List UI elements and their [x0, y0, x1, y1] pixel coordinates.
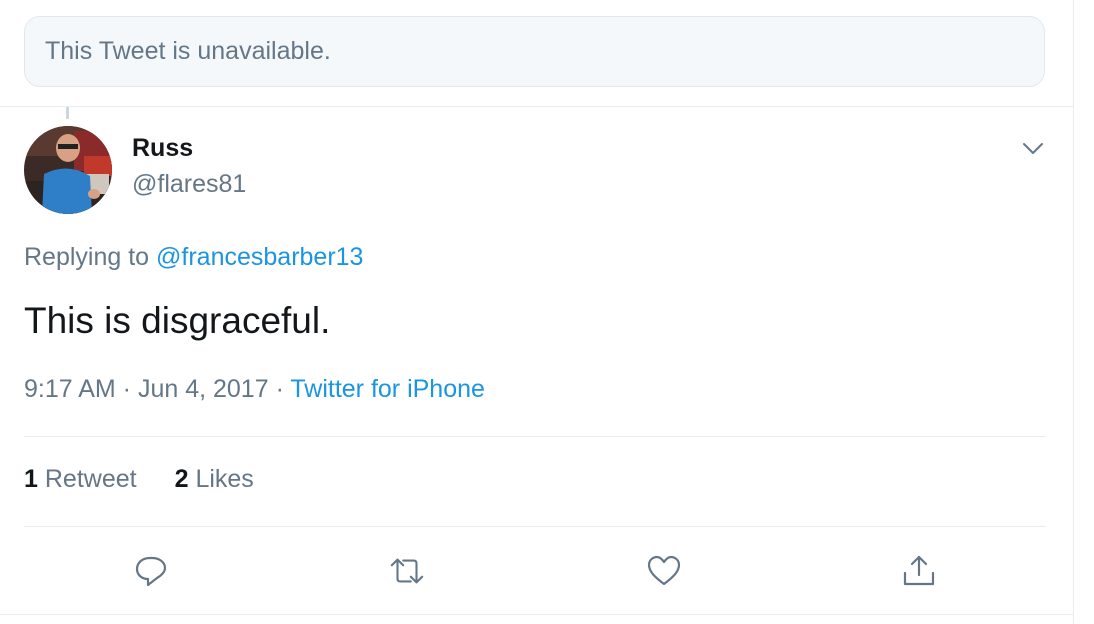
reply-target-link[interactable]: @francesbarber13 — [156, 243, 363, 271]
author-handle[interactable]: @flares81 — [132, 170, 246, 199]
like-button[interactable] — [645, 552, 683, 590]
meta-separator: · — [268, 375, 291, 403]
share-button[interactable] — [900, 552, 938, 590]
tweet-source-link[interactable]: Twitter for iPhone — [290, 375, 485, 403]
tweet-date[interactable]: Jun 4, 2017 — [138, 375, 269, 403]
timeline-column: This Tweet is unavailable. Russ @flares8… — [0, 0, 1074, 624]
retweets-stat[interactable]: 1 Retweet — [24, 465, 137, 494]
heart-icon — [647, 555, 681, 586]
replying-to-label: Replying to — [24, 243, 157, 271]
avatar[interactable] — [24, 126, 112, 214]
retweet-icon — [390, 558, 424, 584]
retweet-button[interactable] — [388, 552, 426, 590]
divider — [0, 106, 1074, 107]
meta-separator: · — [115, 375, 138, 403]
reply-icon — [135, 556, 167, 587]
tweet-stats: 1 Retweet 2 Likes — [24, 465, 254, 494]
replying-to: Replying to @francesbarber13 — [24, 243, 363, 272]
tweet-meta: 9:17 AM · Jun 4, 2017 · Twitter for iPho… — [24, 375, 485, 404]
tweet-time[interactable]: 9:17 AM — [24, 375, 116, 403]
thread-connector-line — [66, 107, 69, 119]
unavailable-tweet-notice: This Tweet is unavailable. — [24, 16, 1045, 87]
unavailable-tweet-text: This Tweet is unavailable. — [45, 37, 331, 65]
likes-label: Likes — [195, 465, 254, 493]
likes-stat[interactable]: 2 Likes — [175, 465, 254, 494]
author-display-name[interactable]: Russ — [132, 134, 193, 163]
retweets-label: Retweet — [44, 465, 137, 493]
more-options-button[interactable] — [1018, 136, 1048, 162]
share-icon — [903, 555, 935, 586]
retweets-count: 1 — [24, 465, 38, 493]
tweet-text: This is disgraceful. — [24, 300, 331, 341]
avatar-photo-icon — [24, 126, 112, 214]
reply-button[interactable] — [132, 552, 170, 590]
chevron-down-icon — [1023, 143, 1043, 154]
divider — [24, 526, 1046, 527]
divider — [24, 436, 1046, 437]
divider — [0, 614, 1074, 615]
likes-count: 2 — [174, 465, 189, 493]
